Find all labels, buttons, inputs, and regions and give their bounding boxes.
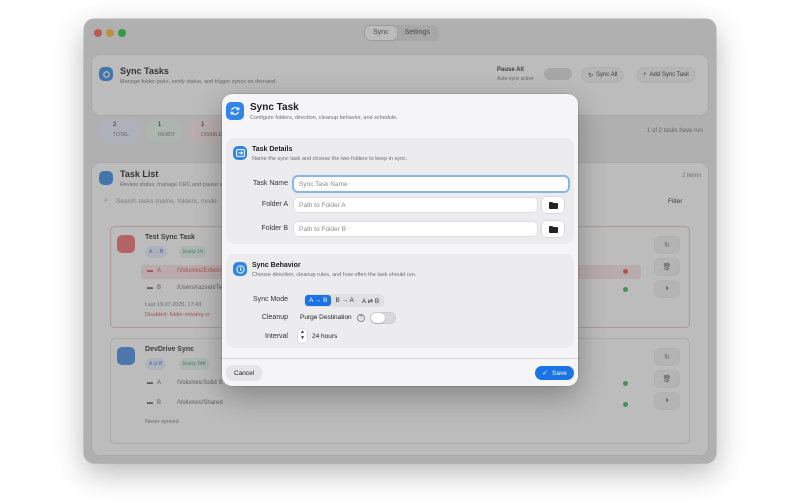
cleanup-label: Cleanup (261, 314, 288, 321)
sync-behavior-subtitle: Choose direction, cleanup rules, and how… (252, 272, 417, 278)
mode-bidirectional[interactable]: A ⇄ B (358, 295, 383, 306)
folder-icon (548, 201, 558, 209)
interval-stepper[interactable]: ▲ ▼ (298, 329, 307, 343)
task-details-subtitle: Name the sync task and choose the two fo… (252, 156, 408, 162)
info-icon[interactable]: ? (357, 314, 365, 322)
browse-folder-b-button[interactable] (542, 221, 564, 237)
task-details-icon (233, 146, 247, 160)
folder-b-input[interactable]: Path to Folder B (294, 222, 537, 236)
mode-a-to-b[interactable]: A → B (305, 295, 332, 306)
interval-value: 24 hours (312, 333, 338, 340)
sync-mode-selector: A → B B → A A ⇄ B (304, 294, 385, 307)
folder-a-label: Folder A (261, 201, 288, 208)
folder-b-label: Folder B (261, 225, 288, 232)
sync-task-sheet: Sync Task Configure folders, direction, … (222, 94, 578, 386)
interval-label: Interval (265, 333, 288, 340)
clock-icon (233, 262, 247, 276)
task-name-label: Task Name (252, 180, 288, 187)
footer-divider (222, 358, 578, 359)
mode-b-to-a[interactable]: B → A (331, 295, 357, 306)
task-details-title: Task Details (252, 146, 293, 153)
purge-destination-toggle[interactable] (370, 312, 396, 324)
sync-behavior-title: Sync Behavior (252, 262, 301, 269)
save-button[interactable]: ✓ Save (535, 366, 574, 380)
browse-folder-a-button[interactable] (542, 197, 564, 213)
save-label: Save (552, 369, 567, 377)
sync-mode-label: Sync Mode (252, 296, 288, 303)
sync-behavior-section: Sync Behavior Choose direction, cleanup … (226, 254, 574, 348)
checkmark-icon: ✓ (542, 370, 549, 377)
sync-icon (226, 102, 244, 120)
sheet-title: Sync Task (250, 102, 299, 113)
folder-a-input[interactable]: Path to Folder A (294, 198, 537, 212)
cancel-button[interactable]: Cancel (226, 366, 263, 380)
folder-icon (548, 225, 558, 233)
purge-destination-label: Purge Destination (300, 314, 352, 321)
sheet-subtitle: Configure folders, direction, cleanup be… (250, 115, 398, 121)
task-name-input[interactable]: Sync Task Name (294, 177, 568, 191)
task-details-section: Task Details Name the sync task and choo… (226, 138, 574, 244)
